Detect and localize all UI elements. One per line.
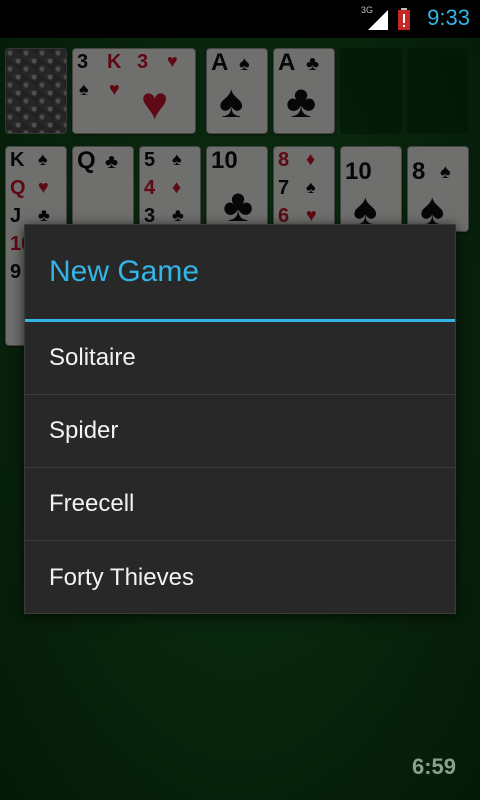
battery-alert-icon bbox=[398, 8, 410, 30]
signal-icon bbox=[368, 10, 388, 30]
menu-item-freecell[interactable]: Freecell bbox=[25, 468, 455, 541]
game-timer: 6:59 bbox=[411, 754, 456, 779]
menu-item-forty-thieves[interactable]: Forty Thieves bbox=[25, 541, 455, 614]
menu-item-spider[interactable]: Spider bbox=[25, 395, 455, 468]
menu-item-solitaire[interactable]: Solitaire bbox=[25, 322, 455, 395]
new-game-dialog: New Game Solitaire Spider Freecell Forty… bbox=[24, 224, 456, 614]
clock: 9:33 bbox=[427, 5, 470, 30]
status-bar: 3G 9:33 bbox=[0, 0, 480, 38]
dialog-title: New Game bbox=[25, 225, 455, 322]
